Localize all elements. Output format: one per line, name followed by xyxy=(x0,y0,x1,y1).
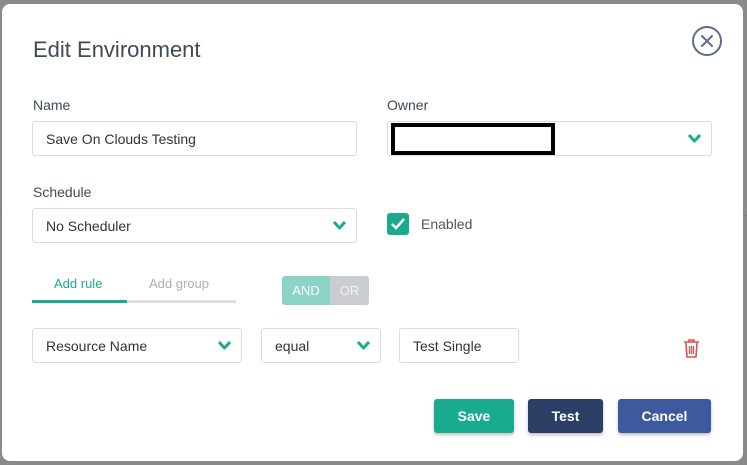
tab-add-group[interactable]: Add group xyxy=(149,276,209,291)
check-icon xyxy=(391,218,405,230)
owner-redacted-value xyxy=(391,123,555,155)
dialog-title: Edit Environment xyxy=(33,37,201,62)
tab-add-rule[interactable]: Add rule xyxy=(54,276,102,291)
schedule-value: No Scheduler xyxy=(46,218,131,234)
rule-field-value: Resource Name xyxy=(46,338,148,354)
chevron-down-icon xyxy=(333,221,346,230)
chevron-down-icon xyxy=(357,341,370,350)
edit-environment-dialog: Edit Environment Name Save On Clouds Tes… xyxy=(2,4,743,461)
name-input[interactable]: Save On Clouds Testing xyxy=(32,121,357,156)
enabled-checkbox[interactable] xyxy=(387,213,409,235)
chevron-down-icon xyxy=(688,134,701,143)
owner-select[interactable] xyxy=(387,121,712,156)
owner-label: Owner xyxy=(387,97,429,113)
rule-field-select[interactable]: Resource Name xyxy=(32,328,242,363)
logic-or-button[interactable]: OR xyxy=(330,276,369,305)
schedule-select[interactable]: No Scheduler xyxy=(32,208,357,243)
tab-active-indicator xyxy=(32,300,127,303)
rule-value-text: Test Single xyxy=(413,338,482,354)
tab-inactive-indicator xyxy=(127,300,236,303)
close-icon xyxy=(701,35,713,47)
close-button[interactable] xyxy=(692,26,722,56)
rule-operator-value: equal xyxy=(275,338,310,354)
test-button[interactable]: Test xyxy=(528,399,603,433)
rule-value-input[interactable]: Test Single xyxy=(399,328,519,363)
enabled-label: Enabled xyxy=(421,216,473,232)
chevron-down-icon xyxy=(218,341,231,350)
name-value: Save On Clouds Testing xyxy=(46,131,196,147)
save-button[interactable]: Save xyxy=(434,399,514,433)
cancel-button[interactable]: Cancel xyxy=(618,399,711,433)
schedule-label: Schedule xyxy=(33,184,92,200)
rule-operator-select[interactable]: equal xyxy=(261,328,381,363)
logic-and-button[interactable]: AND xyxy=(282,276,330,305)
trash-icon[interactable] xyxy=(683,338,700,358)
name-label: Name xyxy=(33,97,71,113)
